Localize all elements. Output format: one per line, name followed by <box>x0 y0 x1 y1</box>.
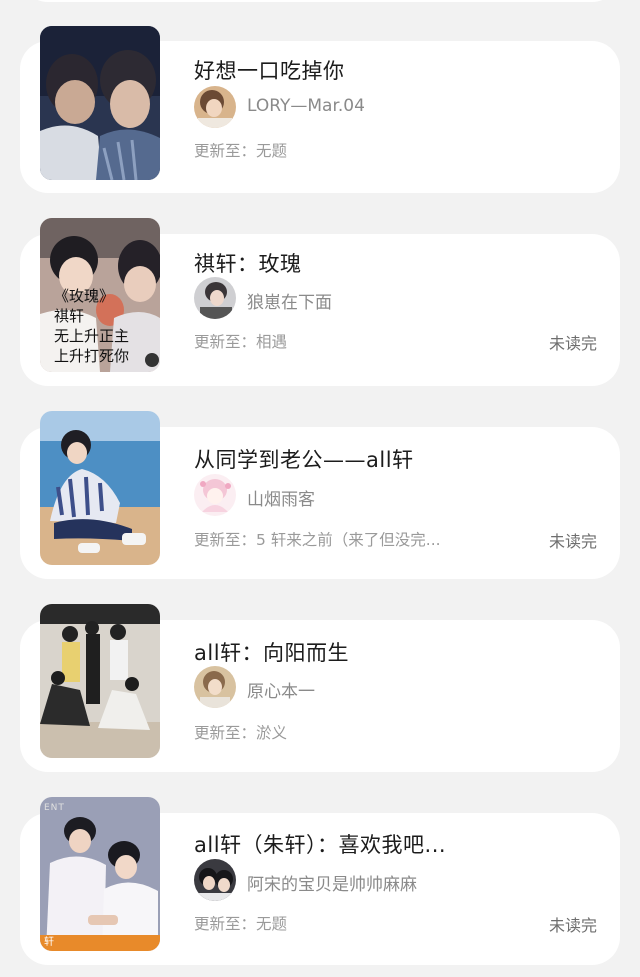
author-name: 狼崽在下面 <box>247 293 332 313</box>
author-name: 山烟雨客 <box>247 490 315 510</box>
book-cover[interactable] <box>40 411 160 565</box>
cover-banner: 轩 <box>40 935 160 951</box>
author-avatar[interactable] <box>194 277 236 319</box>
author-avatar[interactable] <box>194 666 236 708</box>
update-chapter: 无题 <box>256 142 288 160</box>
cover-caption: 《玫瑰》 祺轩 无上升正主 上升打死你 <box>54 287 130 365</box>
author-avatar[interactable] <box>194 86 236 128</box>
book-title[interactable]: 祺轩：玫瑰 <box>194 248 302 278</box>
update-status: 更新至：淤义 <box>194 721 287 743</box>
update-label: 更新至： <box>194 915 257 933</box>
update-status: 更新至：5 轩来之前（来了但没完... <box>194 528 441 550</box>
update-status: 更新至：无题 <box>194 912 287 934</box>
book-cover[interactable]: 《玫瑰》 祺轩 无上升正主 上升打死你 <box>40 218 160 372</box>
book-title[interactable]: all轩：向阳而生 <box>194 637 349 667</box>
book-cover[interactable] <box>40 26 160 180</box>
update-chapter: 淤义 <box>256 724 288 742</box>
update-status: 更新至：相遇 <box>194 330 287 352</box>
author-name: 阿宋的宝贝是帅帅麻麻 <box>247 875 417 895</box>
unread-badge: 未读完 <box>548 916 597 935</box>
update-label: 更新至： <box>194 724 257 742</box>
previous-card-edge <box>20 0 620 2</box>
cover-watermark: ENT <box>44 803 65 813</box>
update-chapter: 5 轩来之前（来了但没完... <box>256 531 441 549</box>
update-label: 更新至： <box>194 333 257 351</box>
update-chapter: 无题 <box>256 915 288 933</box>
book-title[interactable]: 从同学到老公——all轩 <box>194 444 414 474</box>
author-avatar[interactable] <box>194 859 236 901</box>
author-name: 原心本一 <box>247 682 315 702</box>
update-label: 更新至： <box>194 531 257 549</box>
update-status: 更新至：无题 <box>194 139 287 161</box>
update-label: 更新至： <box>194 142 257 160</box>
author-name: LORY—Mar.04 <box>247 96 365 116</box>
author-avatar[interactable] <box>194 474 236 516</box>
book-cover[interactable] <box>40 604 160 758</box>
unread-badge: 未读完 <box>548 334 597 353</box>
unread-badge: 未读完 <box>548 532 597 551</box>
book-title[interactable]: 好想一口吃掉你 <box>194 55 345 85</box>
book-title[interactable]: all轩（朱轩）：喜欢我吧... <box>194 829 446 859</box>
book-cover[interactable]: ENT 轩 <box>40 797 160 951</box>
update-chapter: 相遇 <box>256 333 288 351</box>
